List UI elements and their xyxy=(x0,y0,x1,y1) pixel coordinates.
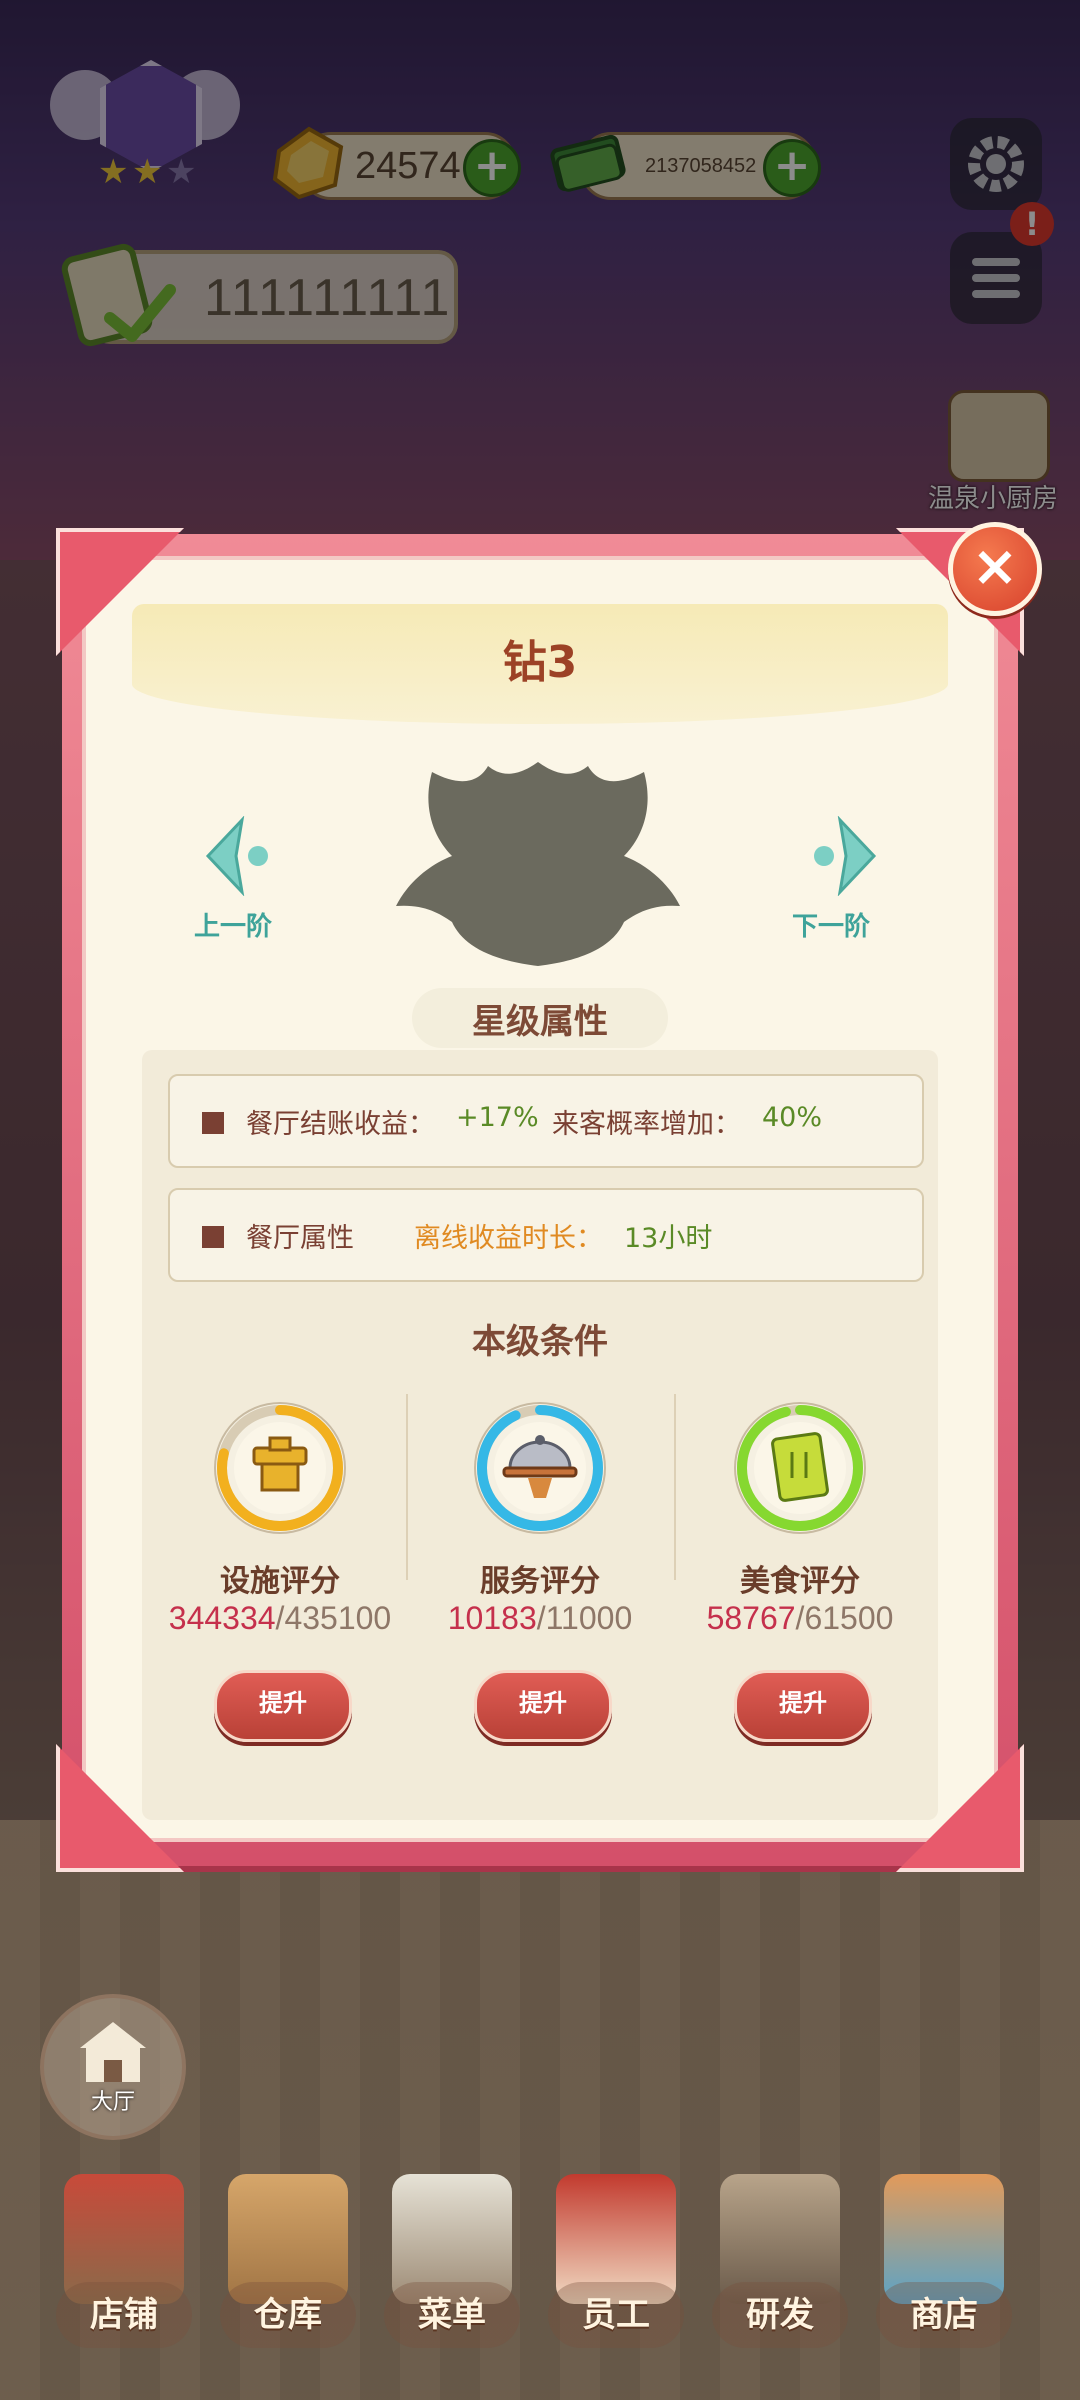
attr-value: 13小时 xyxy=(624,1223,713,1254)
locked-emblem-silhouette-icon xyxy=(396,762,680,966)
attr-label: 餐厅结账收益： xyxy=(246,1109,435,1140)
recipe-book-icon xyxy=(737,1405,863,1531)
condition-name: 服务评分 xyxy=(480,1564,600,1599)
service-cloche-icon xyxy=(477,1405,603,1531)
bullet-square-icon xyxy=(202,1112,224,1134)
conditions-header: 本级条件 xyxy=(472,1322,608,1362)
nav-shop[interactable]: 店铺 xyxy=(42,2160,206,2400)
nav-research[interactable]: 研发 xyxy=(698,2160,862,2400)
nav-label: 店铺 xyxy=(56,2282,192,2348)
close-button[interactable]: × xyxy=(948,522,1042,616)
nav-staff[interactable]: 员工 xyxy=(534,2160,698,2400)
upgrade-facility-button[interactable]: 提升 xyxy=(214,1670,352,1742)
attr-label: 来客概率增加： xyxy=(552,1109,741,1140)
target-score: /435100 xyxy=(275,1600,392,1636)
hall-button[interactable]: 大厅 xyxy=(40,1994,186,2140)
nav-label: 仓库 xyxy=(220,2282,356,2348)
nav-store[interactable]: 商店 xyxy=(862,2160,1026,2400)
attr-value: +17% xyxy=(456,1102,539,1133)
facility-score-card: 设施评分 344334/435100 提升 xyxy=(150,1402,410,1742)
attribute-row: 餐厅结账收益： +17% 来客概率增加： 40% xyxy=(168,1074,924,1168)
progress-ring xyxy=(474,1402,606,1534)
nav-label: 菜单 xyxy=(384,2282,520,2348)
current-score: 10183 xyxy=(447,1600,537,1636)
nav-menu[interactable]: 菜单 xyxy=(370,2160,534,2400)
nav-warehouse[interactable]: 仓库 xyxy=(206,2160,370,2400)
progress-ring xyxy=(214,1402,346,1534)
nav-label: 员工 xyxy=(548,2282,684,2348)
bullet-square-icon xyxy=(202,1226,224,1248)
facility-icon xyxy=(217,1405,343,1531)
attr-value: 40% xyxy=(762,1102,823,1133)
target-score: /61500 xyxy=(795,1600,894,1636)
star-rank-dialog: 钻3 上一阶 下一阶 星级属性 餐厅结账收益： +17% 来客概率增加： 40%… xyxy=(56,522,1042,1872)
nav-label: 商店 xyxy=(876,2282,1012,2348)
condition-progress-text: 344334/435100 xyxy=(150,1600,410,1637)
condition-name: 设施评分 xyxy=(220,1564,340,1599)
hall-label: 大厅 xyxy=(90,2090,135,2115)
star-attributes-header: 星级属性 xyxy=(472,1002,608,1042)
progress-ring xyxy=(734,1402,866,1534)
next-arrow-icon[interactable] xyxy=(800,816,880,896)
upgrade-service-button[interactable]: 提升 xyxy=(474,1670,612,1742)
attribute-row: 餐厅属性 离线收益时长： 13小时 xyxy=(168,1188,924,1282)
current-score: 344334 xyxy=(168,1600,276,1636)
condition-progress-text: 58767/61500 xyxy=(670,1600,930,1637)
service-score-card: 服务评分 10183/11000 提升 xyxy=(410,1402,670,1742)
prev-tier-label[interactable]: 上一阶 xyxy=(194,906,272,943)
attr-sub-label: 离线收益时长： xyxy=(414,1223,603,1254)
bottom-navigation: 店铺 仓库 菜单 员工 研发 商店 xyxy=(0,2160,1080,2400)
condition-progress-text: 10183/11000 xyxy=(410,1600,670,1637)
prev-arrow-icon[interactable] xyxy=(202,816,282,896)
target-score: /11000 xyxy=(536,1600,633,1636)
next-tier-label[interactable]: 下一阶 xyxy=(792,906,870,943)
condition-name: 美食评分 xyxy=(740,1564,860,1599)
upgrade-food-button[interactable]: 提升 xyxy=(734,1670,872,1742)
current-score: 58767 xyxy=(706,1600,796,1636)
rank-title: 钻3 xyxy=(502,637,578,688)
attr-label: 餐厅属性 xyxy=(246,1223,354,1254)
food-score-card: 美食评分 58767/61500 提升 xyxy=(670,1402,930,1742)
nav-label: 研发 xyxy=(712,2282,848,2348)
